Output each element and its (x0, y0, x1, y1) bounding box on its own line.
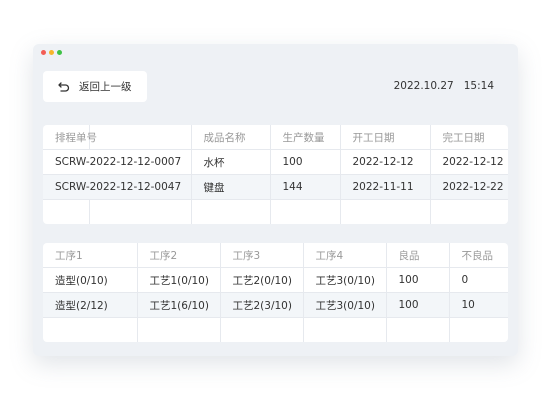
empty-cell (43, 199, 90, 224)
empty-table-row (43, 199, 508, 225)
current-time: 15:14 (463, 80, 494, 92)
empty-cell (43, 317, 138, 342)
product-name-cell: 水杯 (191, 149, 271, 175)
order-table-header: 排程单号 成品名称 生产数量 开工日期 完工日期 (43, 125, 508, 150)
table-row[interactable]: 造型(0/10) 工艺1(0/10) 工艺2(0/10) 工艺3(0/10) 1… (43, 267, 508, 293)
product-name-cell: 键盘 (191, 174, 271, 200)
empty-cell (449, 318, 508, 343)
end-date-cell: 2022-12-22 (430, 174, 508, 200)
table-row[interactable]: 造型(2/12) 工艺1(6/10) 工艺2(3/10) 工艺3(0/10) 1… (43, 292, 508, 318)
current-date: 2022.10.27 (393, 80, 454, 92)
close-window-dot[interactable] (41, 50, 46, 55)
column-header: 工序4 (303, 243, 387, 268)
column-header: 工序2 (137, 243, 221, 268)
table-row[interactable]: SCRW-2022-12-12-0047 键盘 144 2022-11-11 2… (43, 174, 508, 200)
process-cell: 工艺3(0/10) (303, 292, 387, 318)
process-cell: 工艺3(0/10) (303, 267, 387, 293)
empty-cell (137, 317, 221, 342)
empty-cell (340, 199, 431, 224)
process-cell: 工艺1(0/10) (137, 267, 221, 293)
column-header: 良品 (386, 243, 450, 268)
minimize-window-dot[interactable] (49, 50, 54, 55)
column-header: 不良品 (449, 243, 508, 268)
column-header: 生产数量 (270, 125, 341, 150)
process-table: 工序1 工序2 工序3 工序4 良品 不良品 造型(0/10) 工艺1(0/10… (43, 243, 508, 342)
good-count-cell: 100 (386, 267, 450, 293)
app-window: 返回上一级 2022.10.27 15:14 排程单号 成品名称 生产数量 开工… (33, 44, 518, 356)
start-date-cell: 2022-11-11 (340, 174, 431, 200)
table-row[interactable]: SCRW-2022-12-12-0007 水杯 100 2022-12-12 2… (43, 149, 508, 175)
empty-table-row (43, 317, 508, 343)
empty-cell (89, 199, 192, 224)
column-header: 完工日期 (430, 125, 508, 150)
empty-cell (430, 200, 508, 225)
quantity-cell: 144 (270, 174, 341, 200)
back-button-label: 返回上一级 (79, 81, 132, 93)
column-header: 工序1 (43, 243, 138, 268)
order-number-cell: SCRW-2022-12-12-0047 (43, 174, 192, 200)
order-number-cell: SCRW-2022-12-12-0007 (43, 149, 192, 175)
datetime-display: 2022.10.27 15:14 (394, 80, 494, 92)
column-header: 工序3 (220, 243, 304, 268)
undo-arrow-icon (57, 80, 71, 94)
empty-cell (270, 199, 341, 224)
process-table-header: 工序1 工序2 工序3 工序4 良品 不良品 (43, 243, 508, 268)
column-header: 排程单号 (43, 125, 97, 150)
window-controls (41, 50, 62, 55)
column-header (89, 125, 192, 150)
order-table: 排程单号 成品名称 生产数量 开工日期 完工日期 SCRW-2022-12-12… (43, 125, 508, 224)
empty-cell (303, 317, 387, 342)
end-date-cell: 2022-12-12 (430, 149, 508, 175)
start-date-cell: 2022-12-12 (340, 149, 431, 175)
defect-count-cell: 10 (449, 292, 508, 318)
back-button[interactable]: 返回上一级 (43, 71, 147, 102)
column-header: 成品名称 (191, 125, 271, 150)
maximize-window-dot[interactable] (57, 50, 62, 55)
defect-count-cell: 0 (449, 267, 508, 293)
process-cell: 造型(0/10) (43, 267, 138, 293)
empty-cell (386, 317, 450, 342)
process-cell: 工艺1(6/10) (137, 292, 221, 318)
quantity-cell: 100 (270, 149, 341, 175)
process-cell: 工艺2(3/10) (220, 292, 304, 318)
process-cell: 造型(2/12) (43, 292, 138, 318)
empty-cell (191, 199, 271, 224)
empty-cell (220, 317, 304, 342)
column-header: 开工日期 (340, 125, 431, 150)
process-cell: 工艺2(0/10) (220, 267, 304, 293)
good-count-cell: 100 (386, 292, 450, 318)
